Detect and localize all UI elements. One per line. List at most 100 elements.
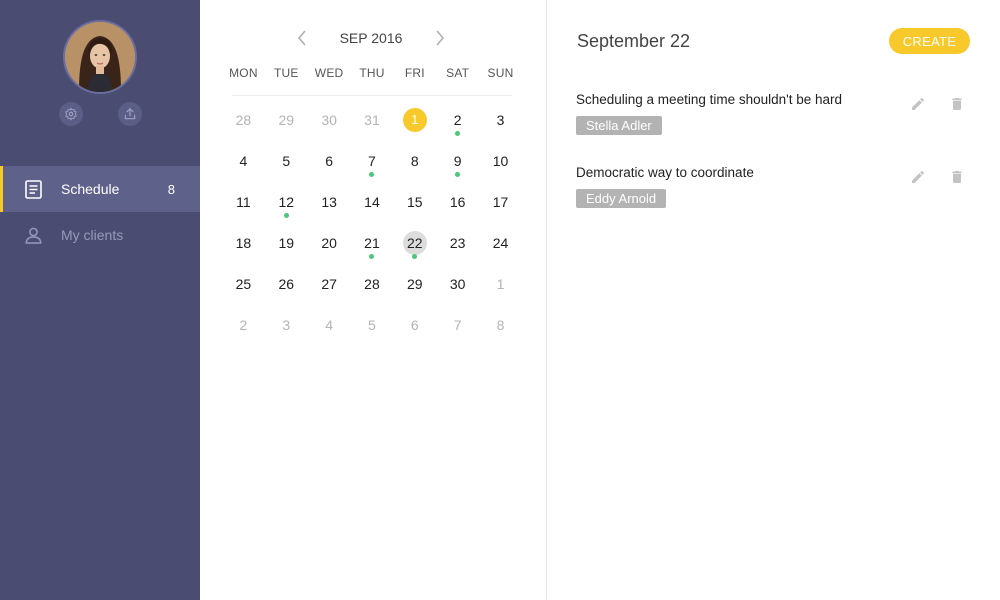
calendar-day[interactable]: 4 xyxy=(308,304,351,345)
delete-event-button[interactable] xyxy=(947,94,967,114)
event-item[interactable]: Scheduling a meeting time shouldn't be h… xyxy=(576,92,976,135)
calendar-week-row: 11 12 13 14 15 16 17 xyxy=(222,181,522,222)
pencil-icon xyxy=(912,170,925,183)
day-number: 28 xyxy=(364,275,380,292)
edit-event-button[interactable] xyxy=(908,167,928,187)
weekday-label: TUE xyxy=(273,66,299,80)
pencil-icon xyxy=(912,97,925,110)
calendar: SEP 2016 MON TUE WED THU FRI SAT SUN 28 2… xyxy=(200,0,546,600)
chevron-left-icon xyxy=(297,30,306,46)
calendar-day[interactable]: 2 xyxy=(436,99,479,140)
calendar-day[interactable]: 3 xyxy=(479,99,522,140)
calendar-day[interactable]: 2 xyxy=(222,304,265,345)
event-indicator-dot xyxy=(369,172,375,177)
calendar-day[interactable]: 20 xyxy=(308,222,351,263)
calendar-day[interactable]: 28 xyxy=(351,263,394,304)
calendar-month-label: SEP 2016 xyxy=(339,30,403,46)
event-indicator-dot xyxy=(412,254,418,259)
calendar-day[interactable]: 19 xyxy=(265,222,308,263)
day-number: 15 xyxy=(407,193,423,210)
day-number: 12 xyxy=(278,193,295,210)
calendar-day[interactable]: 21 xyxy=(351,222,394,263)
calendar-day[interactable]: 14 xyxy=(351,181,394,222)
previous-month-button[interactable] xyxy=(292,28,312,48)
sidebar-nav: Schedule 8 My clients xyxy=(0,166,200,258)
gear-icon xyxy=(65,107,77,121)
calendar-day[interactable]: 8 xyxy=(393,140,436,181)
sidebar-item-my-clients[interactable]: My clients xyxy=(0,212,200,258)
day-number: 9 xyxy=(453,152,462,169)
day-detail-panel: September 22 CREATE Scheduling a meeting… xyxy=(547,0,1000,600)
calendar-day[interactable]: 5 xyxy=(351,304,394,345)
day-number: 13 xyxy=(321,193,337,210)
calendar-day[interactable]: 16 xyxy=(436,181,479,222)
selected-date-title: September 22 xyxy=(577,31,691,51)
day-number: 31 xyxy=(364,111,380,128)
avatar-image xyxy=(65,22,135,92)
edit-event-button[interactable] xyxy=(908,94,928,114)
trash-icon xyxy=(952,171,962,183)
calendar-day[interactable]: 28 xyxy=(222,99,265,140)
day-number: 21 xyxy=(364,234,380,251)
day-number: 29 xyxy=(278,111,295,128)
next-month-button[interactable] xyxy=(430,28,450,48)
calendar-day[interactable]: 7 xyxy=(351,140,394,181)
calendar-day[interactable]: 5 xyxy=(265,140,308,181)
calendar-day-today[interactable]: 1 xyxy=(393,99,436,140)
settings-button[interactable] xyxy=(59,102,83,126)
sidebar: Schedule 8 My clients xyxy=(0,0,200,600)
weekday-label: THU xyxy=(359,66,385,80)
calendar-day[interactable]: 31 xyxy=(351,99,394,140)
calendar-day[interactable]: 7 xyxy=(436,304,479,345)
calendar-day[interactable]: 24 xyxy=(479,222,522,263)
calendar-day[interactable]: 30 xyxy=(308,99,351,140)
day-number: 11 xyxy=(236,193,251,210)
day-number: 10 xyxy=(492,152,509,169)
calendar-day[interactable]: 29 xyxy=(393,263,436,304)
event-item[interactable]: Democratic way to coordinate Eddy Arnold xyxy=(576,165,976,208)
delete-event-button[interactable] xyxy=(947,167,967,187)
calendar-day[interactable]: 10 xyxy=(479,140,522,181)
day-number: 19 xyxy=(278,234,295,251)
day-number: 2 xyxy=(453,111,462,128)
day-number: 22 xyxy=(407,234,423,251)
day-number: 5 xyxy=(368,316,376,333)
day-number: 7 xyxy=(368,152,376,169)
calendar-day[interactable]: 18 xyxy=(222,222,265,263)
calendar-week-row: 25 26 27 28 29 30 1 xyxy=(222,263,522,304)
create-button[interactable]: CREATE xyxy=(889,28,970,54)
calendar-day[interactable]: 8 xyxy=(479,304,522,345)
calendar-day[interactable]: 26 xyxy=(265,263,308,304)
sidebar-item-schedule[interactable]: Schedule 8 xyxy=(0,166,200,212)
calendar-day[interactable]: 23 xyxy=(436,222,479,263)
user-avatar[interactable] xyxy=(63,20,137,94)
calendar-day[interactable]: 1 xyxy=(479,263,522,304)
day-number: 8 xyxy=(410,152,419,169)
calendar-grid: 28 29 30 31 1 2 3 4 5 6 7 8 9 10 11 12 13 14 15 16 17 18 19 20 2… xyxy=(222,99,522,345)
calendar-day[interactable]: 9 xyxy=(436,140,479,181)
calendar-day-selected[interactable]: 22 xyxy=(393,222,436,263)
calendar-day[interactable]: 12 xyxy=(265,181,308,222)
day-number: 26 xyxy=(278,275,295,292)
calendar-day[interactable]: 30 xyxy=(436,263,479,304)
calendar-day[interactable]: 13 xyxy=(308,181,351,222)
calendar-day[interactable]: 15 xyxy=(393,181,436,222)
calendar-day[interactable]: 27 xyxy=(308,263,351,304)
calendar-day[interactable]: 25 xyxy=(222,263,265,304)
weekday-label: FRI xyxy=(404,66,425,80)
calendar-day[interactable]: 6 xyxy=(308,140,351,181)
day-number: 7 xyxy=(453,316,462,333)
event-indicator-dot xyxy=(455,172,461,177)
event-person-tag[interactable]: Eddy Arnold xyxy=(576,189,667,208)
weekday-label: SUN xyxy=(487,66,514,80)
calendar-day[interactable]: 11 xyxy=(222,181,265,222)
upload-button[interactable] xyxy=(118,102,142,126)
calendar-day[interactable]: 29 xyxy=(265,99,308,140)
event-person-tag[interactable]: Stella Adler xyxy=(576,116,662,135)
calendar-day[interactable]: 3 xyxy=(265,304,308,345)
calendar-day[interactable]: 6 xyxy=(393,304,436,345)
day-number: 28 xyxy=(235,111,252,128)
event-indicator-dot xyxy=(369,254,375,259)
calendar-day[interactable]: 17 xyxy=(479,181,522,222)
calendar-day[interactable]: 4 xyxy=(222,140,265,181)
